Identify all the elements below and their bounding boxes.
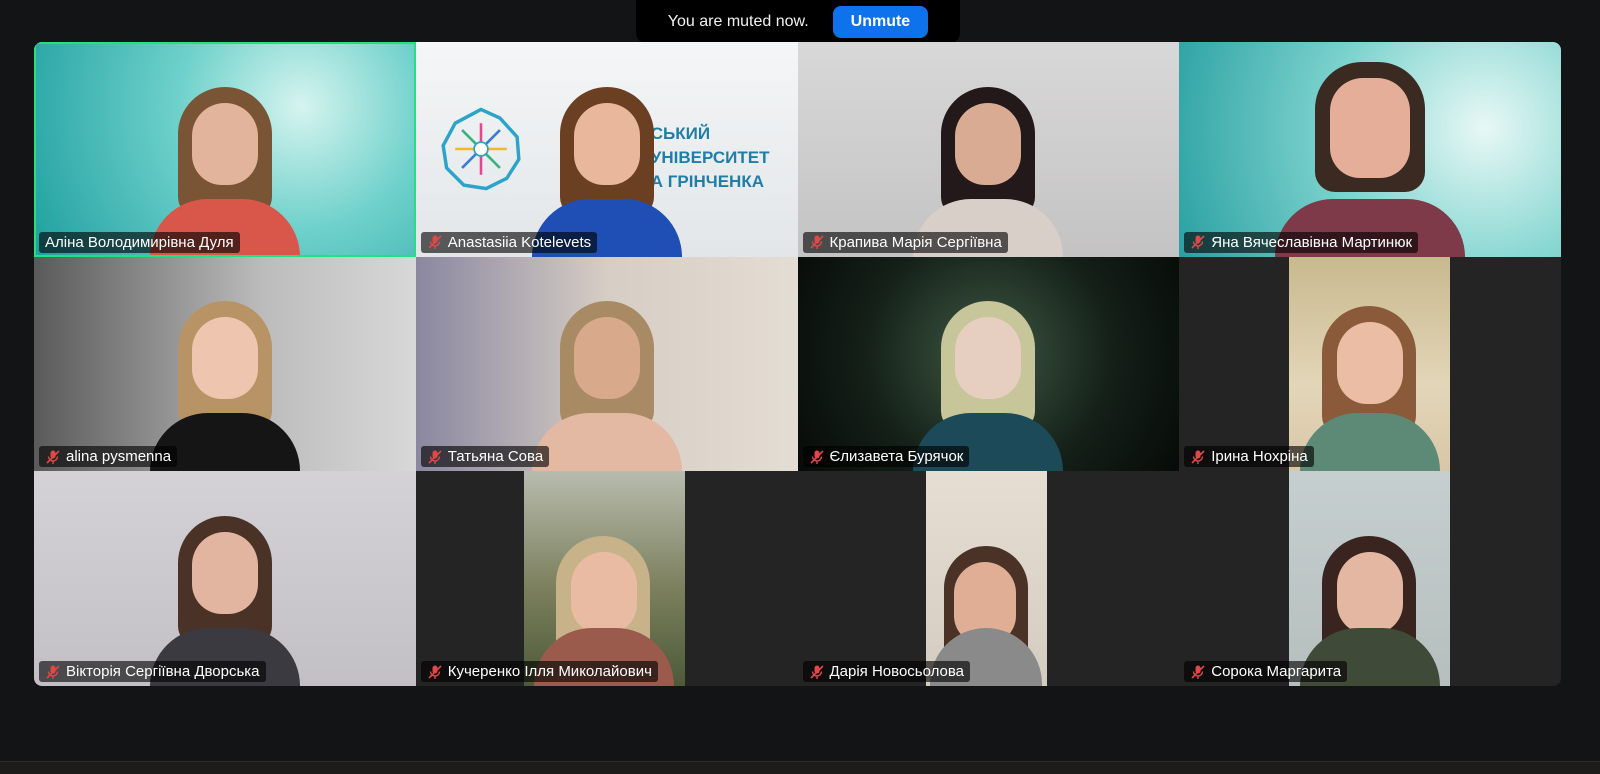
- microphone-muted-icon: [809, 235, 824, 250]
- participant-figure: [149, 496, 300, 686]
- participant-nametag: Кучеренко Ілля Миколайович: [420, 661, 658, 682]
- video-gallery-grid: Аліна Володимирівна Дуля СЬКИЙ УНІВЕРСИТ…: [34, 42, 1561, 686]
- participant-tile[interactable]: Кучеренко Ілля Миколайович: [415, 471, 798, 686]
- participant-figure: [913, 67, 1064, 257]
- participant-video: [34, 42, 416, 257]
- participant-tile[interactable]: Аліна Володимирівна Дуля: [34, 42, 416, 257]
- taskbar-strip: [0, 761, 1600, 774]
- participant-video: [797, 42, 1180, 257]
- microphone-muted-icon: [46, 450, 60, 464]
- microphone-muted-icon: [428, 664, 442, 679]
- participant-figure: [531, 281, 682, 472]
- participant-figure: [1299, 286, 1440, 472]
- participant-name: Anastasiia Kotelevets: [447, 233, 592, 251]
- microphone-muted-icon: [428, 235, 442, 250]
- participant-figure: [1275, 42, 1466, 257]
- participant-name: alina pysmenna: [66, 448, 172, 466]
- participant-tile[interactable]: Єлизавета Бурячок: [797, 256, 1180, 472]
- participant-name: Татьяна Сова: [447, 448, 544, 466]
- microphone-muted-icon: [1191, 235, 1205, 250]
- microphone-muted-icon: [809, 450, 824, 464]
- microphone-muted-icon: [1191, 450, 1205, 464]
- participant-name: Сорока Маргарита: [1211, 663, 1342, 680]
- participant-nametag: Ірина Нохріна: [1184, 446, 1314, 468]
- participant-tile[interactable]: Вікторія Сергіївна Дворська: [34, 471, 416, 686]
- participant-name: Дарія Новосьолова: [829, 663, 965, 680]
- participant-tile[interactable]: alina pysmenna: [34, 256, 416, 472]
- participant-name: Аліна Володимирівна Дуля: [45, 233, 234, 251]
- participant-video: СЬКИЙ УНІВЕРСИТЕТ А ГРІНЧЕНКА: [415, 42, 798, 257]
- microphone-muted-icon: [1191, 664, 1205, 679]
- participant-video: [1289, 471, 1451, 686]
- participant-tile[interactable]: Крапива Марія Сергіївна: [797, 42, 1180, 257]
- participant-name: Кучеренко Ілля Миколайович: [447, 663, 652, 680]
- participant-name: Вікторія Сергіївна Дворська: [66, 663, 260, 680]
- participant-nametag: alina pysmenna: [39, 446, 178, 468]
- participant-nametag: Крапива Марія Сергіївна: [802, 231, 1008, 253]
- participant-name: Єлизавета Бурячок: [829, 448, 964, 466]
- participant-nametag: Anastasiia Kotelevets: [420, 231, 598, 253]
- participant-figure: [531, 67, 682, 257]
- participant-nametag: Сорока Маргарита: [1184, 661, 1348, 682]
- participant-video: [523, 471, 685, 686]
- participant-nametag: Татьяна Сова: [420, 446, 550, 468]
- participant-video: [34, 471, 416, 686]
- participant-nametag: Вікторія Сергіївна Дворська: [39, 661, 266, 682]
- participant-video: [415, 256, 798, 472]
- microphone-muted-icon: [428, 450, 442, 464]
- participant-tile[interactable]: СЬКИЙ УНІВЕРСИТЕТ А ГРІНЧЕНКА Anastasiia…: [415, 42, 798, 257]
- participant-figure: [913, 281, 1064, 472]
- unmute-button[interactable]: Unmute: [832, 5, 929, 38]
- participant-name: Крапива Марія Сергіївна: [829, 233, 1002, 251]
- participant-video: [1289, 256, 1451, 472]
- participant-tile[interactable]: Татьяна Сова: [415, 256, 798, 472]
- participant-tile[interactable]: Сорока Маргарита: [1179, 471, 1561, 686]
- participant-video: [797, 256, 1180, 472]
- participant-video: [925, 471, 1047, 686]
- microphone-muted-icon: [809, 664, 824, 679]
- participant-name: Яна Вячеславівна Мартинюк: [1211, 233, 1413, 251]
- muted-message: You are muted now.: [667, 12, 809, 30]
- microphone-muted-icon: [46, 664, 60, 679]
- participant-nametag: Яна Вячеславівна Мартинюк: [1184, 231, 1419, 253]
- muted-notification-banner: You are muted now. Unmute: [636, 0, 960, 43]
- participant-video: [34, 256, 416, 472]
- participant-nametag: Аліна Володимирівна Дуля: [39, 231, 240, 253]
- participant-nametag: Єлизавета Бурячок: [802, 446, 970, 468]
- participant-tile[interactable]: Яна Вячеславівна Мартинюк: [1179, 42, 1561, 257]
- participant-figure: [149, 281, 300, 472]
- participant-tile[interactable]: Дарія Новосьолова: [797, 471, 1180, 686]
- participant-nametag: Дарія Новосьолова: [802, 661, 971, 682]
- participant-tile[interactable]: Ірина Нохріна: [1179, 256, 1561, 472]
- participant-name: Ірина Нохріна: [1211, 448, 1308, 466]
- participant-figure: [149, 67, 300, 257]
- university-star-logo-icon: [441, 107, 521, 191]
- participant-video: [1179, 42, 1561, 257]
